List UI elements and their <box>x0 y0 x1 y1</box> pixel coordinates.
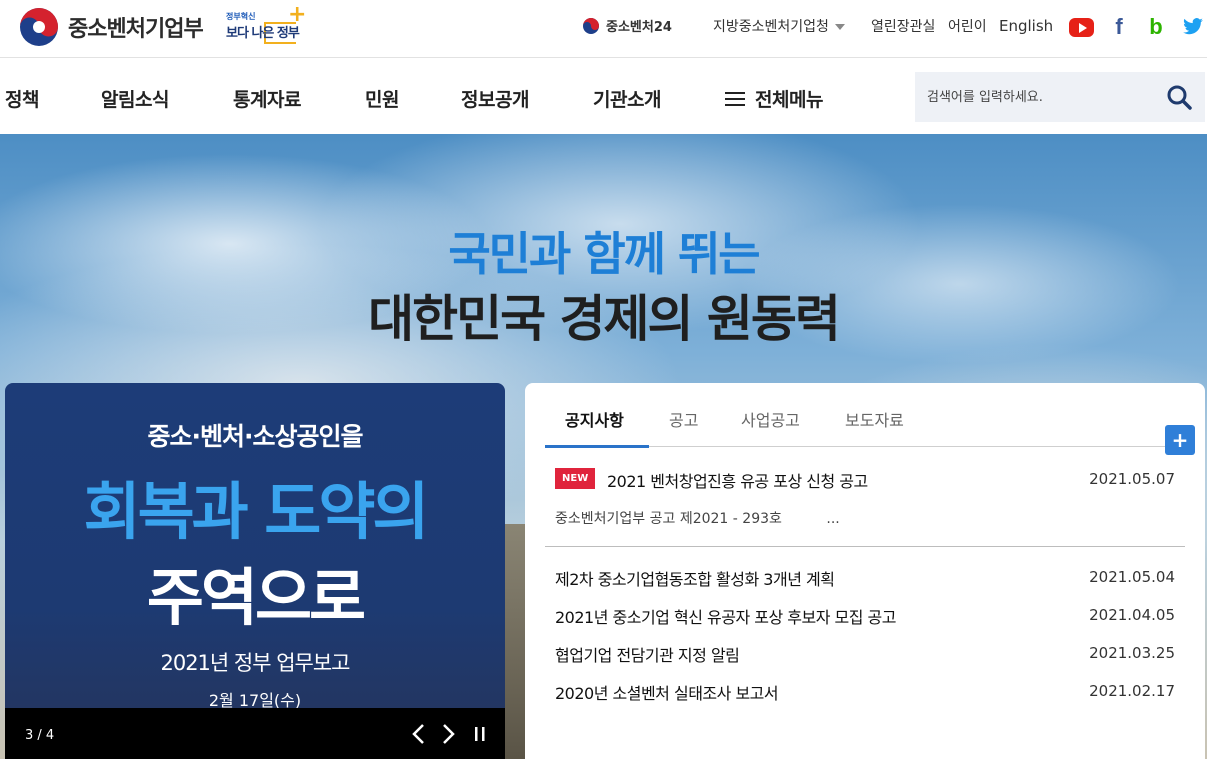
tab-business-announcements[interactable]: 사업공고 <box>741 407 800 431</box>
nav-about[interactable]: 기관소개 <box>593 85 661 112</box>
venture24-link[interactable]: 중소벤처24 <box>582 16 672 35</box>
hero-headline-1: 국민과 함께 뛰는 <box>448 227 760 281</box>
pause-icon[interactable] <box>469 722 491 746</box>
notice-title: 제2차 중소기업협동조합 활성화 3개년 계획 <box>555 570 835 589</box>
youtube-icon[interactable] <box>1069 18 1094 37</box>
notice-list-item[interactable]: 2021년 중소기업 혁신 유공자 포상 후보자 모집 공고 2021.04.0… <box>555 604 1175 628</box>
nav-news[interactable]: 알림소식 <box>101 85 169 112</box>
more-notices-button[interactable]: + <box>1165 425 1195 455</box>
nav-info-disclosure[interactable]: 정보공개 <box>461 85 529 112</box>
active-tab-indicator <box>545 445 649 448</box>
venture24-label: 중소벤처24 <box>606 20 672 35</box>
notice-board: 공지사항 공고 사업공고 보도자료 + NEW 2021 벤처창업진흥 유공 포… <box>525 383 1205 759</box>
search-box <box>915 72 1205 122</box>
notice-divider <box>545 546 1185 547</box>
hero-headline-2: 대한민국 경제의 원동력 <box>368 290 841 348</box>
nav-civil-complaint[interactable]: 민원 <box>365 85 399 112</box>
tab-announcements[interactable]: 공고 <box>669 407 698 431</box>
nav-statistics[interactable]: 통계자료 <box>233 85 301 112</box>
twitter-icon[interactable] <box>1181 16 1205 38</box>
tab-press-releases[interactable]: 보도자료 <box>845 407 904 431</box>
caret-down-icon <box>834 24 845 30</box>
banner-subtitle: 2021년 정부 업무보고 <box>160 651 350 675</box>
main-navigation: 정책 알림소식 통계자료 민원 정보공개 기관소개 전체메뉴 <box>0 59 1207 134</box>
facebook-icon[interactable]: f <box>1107 14 1131 39</box>
notice-list-item[interactable]: 제2차 중소기업협동조합 활성화 3개년 계획 2021.05.04 <box>555 566 1175 590</box>
hero-section: 국민과 함께 뛰는 대한민국 경제의 원동력 중소·벤처·소상공인을 회복과 도… <box>0 134 1207 759</box>
notice-date: 2021.05.04 <box>1089 568 1175 586</box>
hamburger-menu-icon <box>725 91 745 107</box>
government-innovation-slogan[interactable]: 정부혁신 보다 나은 정부 + <box>224 2 306 48</box>
featured-notice-title: 2021 벤처창업진흥 유공 포상 신청 공고 <box>607 472 868 491</box>
notice-title: 2021년 중소기업 혁신 유공자 포상 후보자 모집 공고 <box>555 608 897 627</box>
open-minister-office-link[interactable]: 열린장관실 <box>871 16 935 36</box>
slogan-plus-icon: + <box>288 2 307 27</box>
all-menu-button[interactable]: 전체메뉴 <box>725 85 823 112</box>
venture24-emblem-icon <box>583 17 599 34</box>
notice-date: 2021.02.17 <box>1089 682 1175 700</box>
english-link[interactable]: English <box>999 17 1053 35</box>
notice-title: 2020년 소셜벤처 실태조사 보고서 <box>555 684 779 703</box>
banner-controls: 3 / 4 <box>5 708 505 759</box>
notice-tabs: 공지사항 공고 사업공고 보도자료 + <box>545 405 1195 455</box>
featured-notice[interactable]: NEW 2021 벤처창업진흥 유공 포상 신청 공고 2021.05.07 중… <box>555 468 1175 527</box>
notice-list-item[interactable]: 2020년 소셜벤처 실태조사 보고서 2021.02.17 <box>555 680 1175 704</box>
banner-headline-1: 회복과 도약의 <box>83 475 430 548</box>
featured-notice-date: 2021.05.07 <box>1089 470 1175 488</box>
ministry-logo[interactable]: 중소벤처기업부 <box>18 6 204 48</box>
ministry-name: 중소벤처기업부 <box>68 17 204 42</box>
all-menu-label: 전체메뉴 <box>755 89 823 111</box>
notice-date: 2021.03.25 <box>1089 644 1175 662</box>
featured-notice-description: 중소벤처기업부 공고 제2021 - 293호 ... <box>555 511 840 527</box>
tab-notices[interactable]: 공지사항 <box>565 407 624 431</box>
top-utility-bar: 중소벤처기업부 정부혁신 보다 나은 정부 + 중소벤처24 지방중소벤처기업청… <box>0 0 1207 58</box>
notice-title: 협업기업 전담기관 지정 알림 <box>555 646 740 665</box>
next-slide-icon[interactable] <box>437 722 459 746</box>
slide-counter: 3 / 4 <box>25 728 55 743</box>
regional-office-dropdown[interactable]: 지방중소벤처기업청 <box>713 16 845 36</box>
kids-link[interactable]: 어린이 <box>948 16 987 36</box>
prev-slide-icon[interactable] <box>408 722 430 746</box>
taegeuk-emblem-icon <box>20 8 58 46</box>
promo-banner[interactable]: 중소·벤처·소상공인을 회복과 도약의 주역으로 2021년 정부 업무보고 2… <box>5 383 505 759</box>
notice-list-item[interactable]: 협업기업 전담기관 지정 알림 2021.03.25 <box>555 642 1175 666</box>
search-input[interactable] <box>927 85 1157 109</box>
regional-office-label: 지방중소벤처기업청 <box>713 19 829 35</box>
banner-top-text: 중소·벤처·소상공인을 <box>147 422 364 451</box>
nav-policy[interactable]: 정책 <box>5 85 39 112</box>
banner-headline-2: 주역으로 <box>146 561 366 634</box>
blog-icon[interactable]: b <box>1144 14 1168 39</box>
slogan-small-text: 정부혁신 <box>226 12 256 21</box>
notice-date: 2021.04.05 <box>1089 606 1175 624</box>
search-icon[interactable] <box>1165 83 1193 111</box>
new-badge: NEW <box>555 468 596 489</box>
